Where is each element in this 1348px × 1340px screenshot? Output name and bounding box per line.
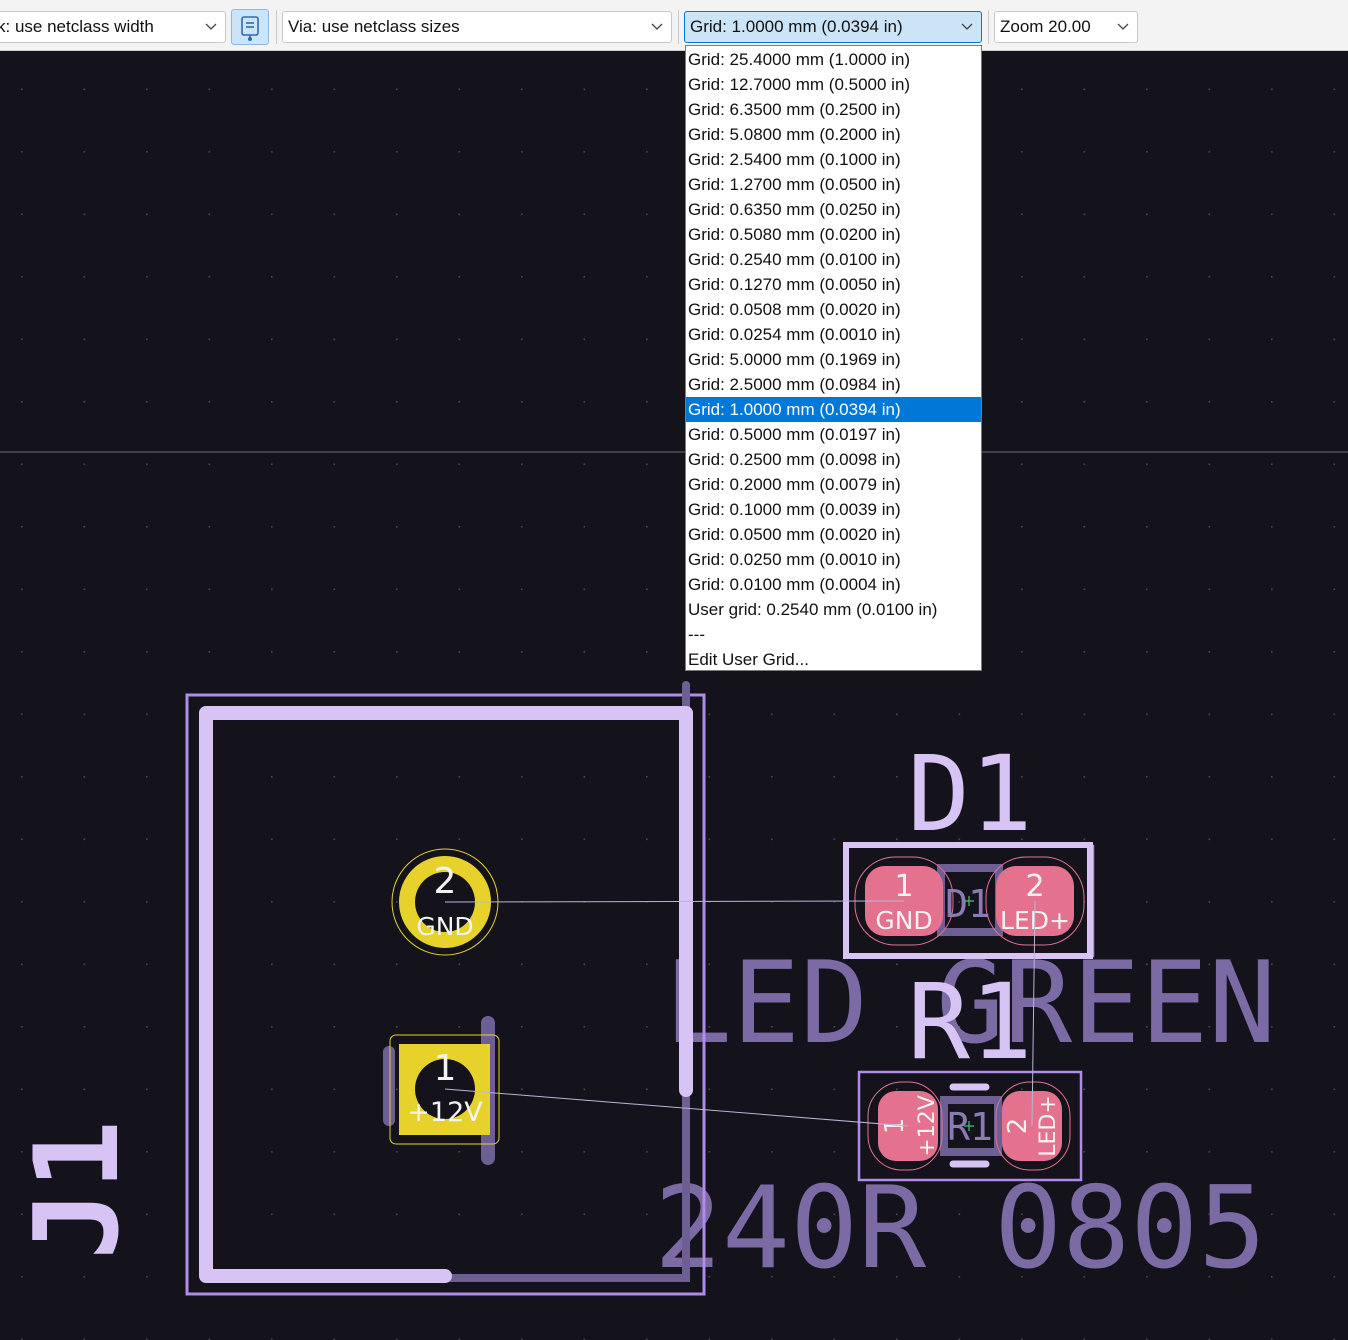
via-size-value: Via: use netclass sizes [288,17,460,36]
auto-track-width-button[interactable] [231,9,269,45]
grid-option[interactable]: User grid: 0.2540 mm (0.0100 in) [686,597,981,622]
toolbar-separator [276,10,277,44]
r1-pad1-net: +12V [915,1095,940,1156]
grid-option[interactable]: Grid: 0.5000 mm (0.0197 in) [686,422,981,447]
grid-value: Grid: 1.0000 mm (0.0394 in) [690,17,903,36]
via-size-dropdown[interactable]: Via: use netclass sizes [282,11,672,43]
d1-pad2-number: 2 [1025,869,1044,904]
d1-fab-reference: D1 [945,882,991,926]
grid-option[interactable]: --- [686,622,981,647]
auto-width-icon [241,16,259,41]
grid-option[interactable]: Grid: 0.5080 mm (0.0200 in) [686,222,981,247]
zoom-dropdown[interactable]: Zoom 20.00 [994,11,1138,43]
grid-option[interactable]: Grid: 5.0800 mm (0.2000 in) [686,122,981,147]
grid-option[interactable]: Grid: 2.5400 mm (0.1000 in) [686,147,981,172]
grid-option[interactable]: Grid: 0.0508 mm (0.0020 in) [686,297,981,322]
r1-value-text: 240R 0805 [654,1162,1266,1294]
r1-reference-text: R1 [907,961,1032,1083]
d1-reference-text: D1 [907,733,1032,855]
chevron-down-icon [205,23,217,30]
grid-option[interactable]: Grid: 1.0000 mm (0.0394 in) [686,397,981,422]
grid-option[interactable]: Grid: 0.0250 mm (0.0010 in) [686,547,981,572]
chevron-down-icon [651,23,663,30]
grid-dropdown-list[interactable]: Grid: 25.4000 mm (1.0000 in) Grid: 12.700… [685,45,982,671]
grid-dropdown[interactable]: Grid: 1.0000 mm (0.0394 in) [684,11,982,43]
j1-pad2-net: GND [416,912,473,941]
j1-reference-text: J1 [10,1120,145,1260]
grid-option[interactable]: Grid: 12.7000 mm (0.5000 in) [686,72,981,97]
grid-option[interactable]: Grid: 0.0500 mm (0.0020 in) [686,522,981,547]
toolbar-separator [988,10,989,44]
grid-option[interactable]: Grid: 5.0000 mm (0.1969 in) [686,347,981,372]
d1-pad1-net: GND [875,906,932,935]
d1-pad1-number: 1 [894,869,913,904]
chevron-down-icon [961,23,973,30]
chevron-down-icon [1117,23,1129,30]
grid-option[interactable]: Grid: 1.2700 mm (0.0500 in) [686,172,981,197]
r1-fab-reference: R1 [947,1105,993,1149]
grid-option[interactable]: Grid: 0.1000 mm (0.0039 in) [686,497,981,522]
grid-option[interactable]: Grid: 0.0100 mm (0.0004 in) [686,572,981,597]
track-width-dropdown[interactable]: k: use netclass width [0,11,226,43]
toolbar-separator [678,10,679,44]
grid-option[interactable]: Grid: 0.1270 mm (0.0050 in) [686,272,981,297]
grid-option[interactable]: Grid: 6.3500 mm (0.2500 in) [686,97,981,122]
zoom-value: Zoom 20.00 [1000,17,1091,36]
j1-pad1-number: 1 [434,1048,457,1089]
grid-option[interactable]: Grid: 25.4000 mm (1.0000 in) [686,47,981,72]
pcb-canvas[interactable]: LED GREEN 240R 0805 2 GND 1 +12V J1 D1 D… [0,51,1348,1340]
track-width-value: k: use netclass width [0,17,154,36]
r1-pad2-number: 2 [1003,1118,1033,1135]
grid-option[interactable]: Grid: 0.2500 mm (0.0098 in) [686,447,981,472]
grid-option[interactable]: Grid: 0.6350 mm (0.0250 in) [686,197,981,222]
toolbar: k: use netclass width Via: use netclass … [0,0,1348,51]
grid-option[interactable]: Edit User Grid... [686,647,981,672]
grid-option[interactable]: Grid: 0.2540 mm (0.0100 in) [686,247,981,272]
r1-pad2-net: LED+ [1036,1095,1061,1157]
j1-pad1-net: +12V [407,1097,483,1128]
grid-option[interactable]: Grid: 2.5000 mm (0.0984 in) [686,372,981,397]
grid-option[interactable]: Grid: 0.2000 mm (0.0079 in) [686,472,981,497]
grid-option[interactable]: Grid: 0.0254 mm (0.0010 in) [686,322,981,347]
j1-pad2-number: 2 [434,861,457,902]
